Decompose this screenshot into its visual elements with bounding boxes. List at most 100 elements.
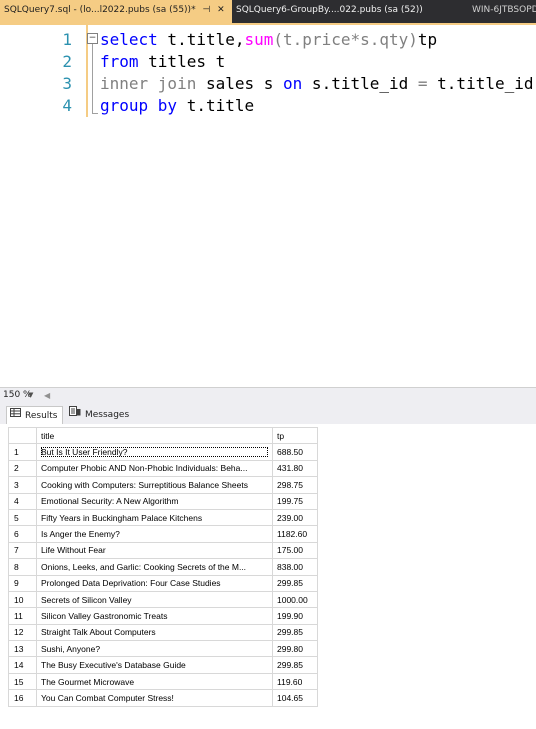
table-row[interactable]: 6 Is Anger the Enemy? 1182.60	[8, 525, 318, 543]
scroll-left-icon[interactable]: ◀	[44, 388, 50, 403]
row-number[interactable]: 2	[8, 459, 37, 478]
row-number[interactable]: 6	[8, 525, 37, 543]
cell-title-text: Computer Phobic AND Non-Phobic Individua…	[41, 463, 248, 474]
row-number[interactable]: 10	[8, 590, 37, 609]
table-row[interactable]: 14 The Busy Executive's Database Guide 299…	[8, 656, 318, 674]
row-number[interactable]: 14	[8, 656, 37, 674]
cell-tp[interactable]: 299.85	[272, 623, 318, 642]
cell-title[interactable]: Silicon Valley Gastronomic Treats	[36, 607, 273, 625]
cell-tp[interactable]: 838.00	[272, 558, 318, 576]
close-icon[interactable]: ✕	[217, 5, 225, 15]
table-row[interactable]: 8 Onions, Leeks, and Garlic: Cooking Secr…	[8, 558, 318, 576]
cell-tp[interactable]: 299.80	[272, 640, 318, 658]
table-row[interactable]: 12 Straight Talk About Computers 299.85	[8, 623, 318, 642]
row-number[interactable]: 3	[8, 476, 37, 494]
cell-title[interactable]: The Gourmet Microwave	[36, 672, 273, 691]
editor-status-strip: 150 % ▼ ◀	[0, 387, 536, 403]
code-token: t.title_id	[427, 74, 534, 93]
cell-title[interactable]: Is Anger the Enemy?	[36, 525, 273, 543]
table-row[interactable]: 16 You Can Combat Computer Stress! 104.65	[8, 689, 318, 707]
tab-sqlquery7[interactable]: SQLQuery7.sql - (lo...l2022.pubs (sa (55…	[0, 0, 232, 23]
table-row[interactable]: 4 Emotional Security: A New Algorithm 199.…	[8, 492, 318, 510]
grid-icon	[10, 407, 21, 424]
cell-tp[interactable]: 688.50	[272, 443, 318, 461]
cell-tp[interactable]: 1000.00	[272, 590, 318, 609]
cell-title[interactable]: Sushi, Anyone?	[36, 640, 273, 658]
table-row[interactable]: 10 Secrets of Silicon Valley 1000.00	[8, 590, 318, 609]
row-number[interactable]: 5	[8, 508, 37, 527]
row-number[interactable]: 1	[8, 443, 37, 461]
server-name-label: WIN-6JTBSOPDC	[472, 5, 536, 15]
query-editor[interactable]: − 1 select t.title,sum(t.price*s.qty)tp 2 f…	[0, 25, 536, 387]
cell-tp[interactable]: 299.85	[272, 574, 318, 592]
cell-title-text: Cooking with Computers: Surreptitious Ba…	[41, 479, 248, 490]
code-line[interactable]: 2 from titles t	[0, 51, 536, 73]
row-header-corner[interactable]	[8, 426, 37, 445]
row-number[interactable]: 16	[8, 689, 37, 707]
cell-title[interactable]: But Is It User Friendly?	[36, 443, 273, 461]
cell-title-text: Life Without Fear	[41, 545, 106, 556]
cell-tp[interactable]: 431.80	[272, 459, 318, 478]
pin-icon[interactable]: ⊣	[202, 5, 210, 15]
cell-tp[interactable]: 239.00	[272, 508, 318, 527]
tab-results[interactable]: Results	[6, 406, 63, 424]
code-token: titles t	[138, 52, 226, 71]
cell-title[interactable]: Fifty Years in Buckingham Palace Kitchen…	[36, 508, 273, 527]
cell-title[interactable]: Onions, Leeks, and Garlic: Cooking Secre…	[36, 558, 273, 576]
code-token: on	[283, 74, 303, 93]
cell-tp[interactable]: 1182.60	[272, 525, 318, 543]
row-number[interactable]: 9	[8, 574, 37, 592]
cell-title-text: Secrets of Silicon Valley	[41, 594, 132, 605]
table-row[interactable]: 2 Computer Phobic AND Non-Phobic Individu…	[8, 459, 318, 478]
line-number: 1	[62, 30, 72, 49]
row-number[interactable]: 12	[8, 623, 37, 642]
results-tab-strip: Results Messages	[0, 402, 536, 424]
cell-tp[interactable]: 298.75	[272, 476, 318, 494]
cell-title[interactable]: Life Without Fear	[36, 541, 273, 560]
table-row[interactable]: 1 But Is It User Friendly? 688.50	[8, 443, 318, 461]
row-number[interactable]: 15	[8, 672, 37, 691]
table-row[interactable]: 3 Cooking with Computers: Surreptitious B…	[8, 476, 318, 494]
code-text: select t.title,sum(t.price*s.qty)tp	[100, 29, 437, 51]
table-row[interactable]: 9 Prolonged Data Deprivation: Four Case S…	[8, 574, 318, 592]
cell-tp[interactable]: 299.85	[272, 656, 318, 674]
row-number[interactable]: 13	[8, 640, 37, 658]
cell-title[interactable]: Secrets of Silicon Valley	[36, 590, 273, 609]
table-row[interactable]: 5 Fifty Years in Buckingham Palace Kitche…	[8, 508, 318, 527]
cell-title[interactable]: Prolonged Data Deprivation: Four Case St…	[36, 574, 273, 592]
tab-messages[interactable]: Messages	[66, 406, 133, 423]
cell-title[interactable]: Cooking with Computers: Surreptitious Ba…	[36, 476, 273, 494]
cell-tp[interactable]: 199.75	[272, 492, 318, 510]
column-header-title[interactable]: title	[36, 426, 273, 445]
row-number[interactable]: 4	[8, 492, 37, 510]
zoom-dropdown-icon[interactable]: ▼	[28, 388, 33, 403]
code-line[interactable]: 3 inner join sales s on s.title_id = t.ti…	[0, 73, 536, 95]
cell-title-text: Emotional Security: A New Algorithm	[41, 496, 179, 507]
code-token: (t.price	[273, 30, 351, 49]
table-row[interactable]: 15 The Gourmet Microwave 119.60	[8, 672, 318, 691]
cell-title[interactable]: The Busy Executive's Database Guide	[36, 656, 273, 674]
cell-title[interactable]: You Can Combat Computer Stress!	[36, 689, 273, 707]
results-grid: title tp 1 But Is It User Friendly? 688.50…	[8, 426, 318, 707]
cell-title-text: The Busy Executive's Database Guide	[41, 660, 186, 671]
table-row[interactable]: 7 Life Without Fear 175.00	[8, 541, 318, 560]
cell-title[interactable]: Emotional Security: A New Algorithm	[36, 492, 273, 510]
table-row[interactable]: 11 Silicon Valley Gastronomic Treats 199.9…	[8, 607, 318, 625]
cell-title[interactable]: Straight Talk About Computers	[36, 623, 273, 642]
table-row[interactable]: 13 Sushi, Anyone? 299.80	[8, 640, 318, 658]
tab-sqlquery6[interactable]: SQLQuery6-GroupBy....022.pubs (sa (52))	[232, 0, 446, 20]
cell-title-text: But Is It User Friendly?	[41, 447, 268, 458]
row-number[interactable]: 11	[8, 607, 37, 625]
code-token: s.qty)	[360, 30, 418, 49]
row-number[interactable]: 7	[8, 541, 37, 560]
cell-tp[interactable]: 175.00	[272, 541, 318, 560]
cell-tp[interactable]: 104.65	[272, 689, 318, 707]
column-header-tp[interactable]: tp	[272, 426, 318, 445]
code-line[interactable]: 4 group by t.title	[0, 95, 536, 117]
cell-tp[interactable]: 199.90	[272, 607, 318, 625]
row-number[interactable]: 8	[8, 558, 37, 576]
cell-title[interactable]: Computer Phobic AND Non-Phobic Individua…	[36, 459, 273, 478]
cell-tp[interactable]: 119.60	[272, 672, 318, 691]
code-token: =	[417, 74, 428, 93]
code-line[interactable]: 1 select t.title,sum(t.price*s.qty)tp	[0, 29, 536, 51]
